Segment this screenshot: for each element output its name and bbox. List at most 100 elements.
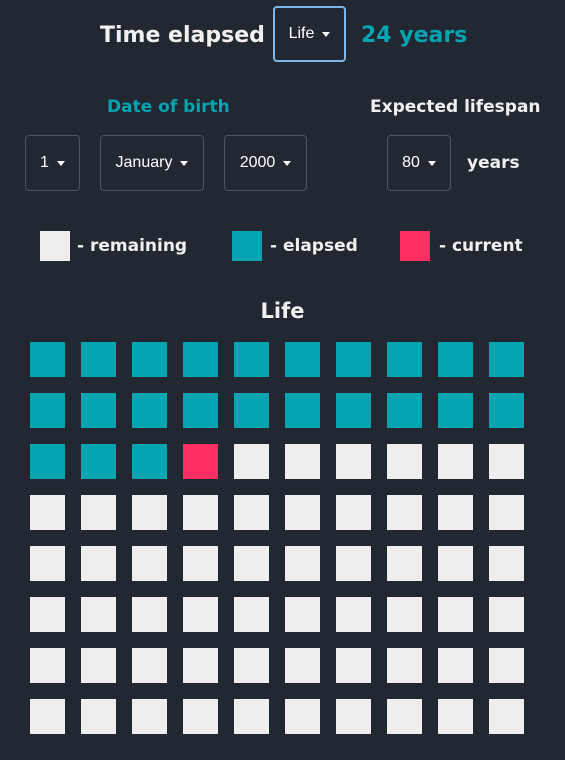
grid-cell-remaining — [30, 495, 65, 530]
grid-cell-remaining — [336, 597, 371, 632]
grid-cell-remaining — [285, 699, 320, 734]
grid-cell-elapsed — [336, 342, 371, 377]
grid-cell-remaining — [438, 495, 473, 530]
grid-cell-remaining — [234, 495, 269, 530]
grid-cell-remaining — [387, 648, 422, 683]
grid-cell-remaining — [132, 648, 167, 683]
grid-cell-remaining — [81, 495, 116, 530]
grid-cell-remaining — [183, 597, 218, 632]
date-of-birth-label: Date of birth — [107, 97, 230, 117]
grid-cell-remaining — [81, 546, 116, 581]
birth-month-select[interactable]: January — [100, 135, 204, 191]
grid-cell-remaining — [81, 699, 116, 734]
grid-cell-remaining — [387, 495, 422, 530]
grid-cell-remaining — [438, 444, 473, 479]
grid-cell-remaining — [336, 648, 371, 683]
caret-down-icon — [180, 160, 189, 166]
grid-cell-remaining — [438, 648, 473, 683]
grid-cell-remaining — [489, 444, 524, 479]
birth-month-value: January — [115, 154, 173, 171]
grid-cell-elapsed — [183, 342, 218, 377]
legend-elapsed-swatch — [232, 231, 262, 261]
grid-cell-remaining — [81, 648, 116, 683]
grid-cell-remaining — [132, 597, 167, 632]
period-select[interactable]: Life — [273, 6, 346, 62]
elapsed-value: 24 years — [361, 23, 468, 48]
grid-cell-remaining — [336, 699, 371, 734]
grid-cell-elapsed — [234, 393, 269, 428]
legend-current-label: - current — [439, 236, 523, 256]
lifespan-select[interactable]: 80 — [387, 135, 451, 191]
grid-cell-remaining — [30, 546, 65, 581]
legend-remaining-label: - remaining — [77, 236, 188, 256]
grid-cell-elapsed — [387, 393, 422, 428]
grid-title: Life — [260, 299, 305, 323]
grid-cell-elapsed — [438, 342, 473, 377]
grid-cell-remaining — [234, 546, 269, 581]
grid-cell-remaining — [285, 597, 320, 632]
grid-cell-elapsed — [132, 444, 167, 479]
grid-cell-remaining — [234, 648, 269, 683]
caret-down-icon — [283, 160, 292, 166]
grid-cell-remaining — [489, 699, 524, 734]
grid-cell-remaining — [285, 648, 320, 683]
grid-cell-remaining — [489, 648, 524, 683]
grid-cell-remaining — [285, 546, 320, 581]
page-title: Time elapsed — [100, 23, 265, 48]
legend-elapsed-label: - elapsed — [270, 236, 358, 256]
grid-cell-remaining — [489, 495, 524, 530]
grid-cell-elapsed — [489, 393, 524, 428]
grid-cell-remaining — [234, 699, 269, 734]
grid-cell-elapsed — [285, 393, 320, 428]
grid-cell-remaining — [183, 699, 218, 734]
grid-cell-remaining — [438, 699, 473, 734]
grid-cell-remaining — [387, 597, 422, 632]
grid-cell-remaining — [285, 495, 320, 530]
birth-year-value: 2000 — [239, 154, 276, 171]
grid-cell-remaining — [132, 495, 167, 530]
expected-lifespan-label: Expected lifespan — [370, 97, 541, 117]
caret-down-icon — [427, 160, 436, 166]
grid-cell-remaining — [489, 546, 524, 581]
grid-cell-elapsed — [387, 342, 422, 377]
grid-cell-remaining — [387, 546, 422, 581]
grid-cell-elapsed — [132, 342, 167, 377]
grid-cell-remaining — [183, 648, 218, 683]
birth-day-select[interactable]: 1 — [25, 135, 80, 191]
legend-current-swatch — [400, 231, 430, 261]
grid-cell-elapsed — [183, 393, 218, 428]
grid-cell-remaining — [438, 597, 473, 632]
grid-cell-remaining — [285, 444, 320, 479]
birth-year-select[interactable]: 2000 — [224, 135, 307, 191]
grid-cell-remaining — [336, 495, 371, 530]
grid-cell-current — [183, 444, 218, 479]
grid-cell-remaining — [438, 546, 473, 581]
grid-cell-remaining — [387, 699, 422, 734]
grid-cell-remaining — [183, 546, 218, 581]
caret-down-icon — [56, 160, 65, 166]
grid-cell-remaining — [30, 597, 65, 632]
grid-cell-remaining — [30, 648, 65, 683]
grid-cell-elapsed — [336, 393, 371, 428]
grid-cell-remaining — [183, 495, 218, 530]
grid-cell-elapsed — [81, 342, 116, 377]
life-grid — [30, 342, 524, 734]
grid-cell-remaining — [489, 597, 524, 632]
grid-cell-remaining — [336, 444, 371, 479]
grid-cell-elapsed — [81, 393, 116, 428]
grid-cell-elapsed — [30, 342, 65, 377]
grid-cell-elapsed — [234, 342, 269, 377]
period-select-value: Life — [288, 25, 315, 42]
grid-cell-remaining — [132, 546, 167, 581]
grid-cell-remaining — [132, 699, 167, 734]
grid-cell-elapsed — [30, 393, 65, 428]
grid-cell-elapsed — [489, 342, 524, 377]
grid-cell-elapsed — [285, 342, 320, 377]
lifespan-value: 80 — [402, 154, 420, 171]
grid-cell-elapsed — [81, 444, 116, 479]
lifespan-unit-label: years — [467, 153, 520, 173]
caret-down-icon — [322, 31, 331, 37]
grid-cell-remaining — [30, 699, 65, 734]
grid-cell-remaining — [234, 597, 269, 632]
birth-day-value: 1 — [40, 154, 49, 171]
